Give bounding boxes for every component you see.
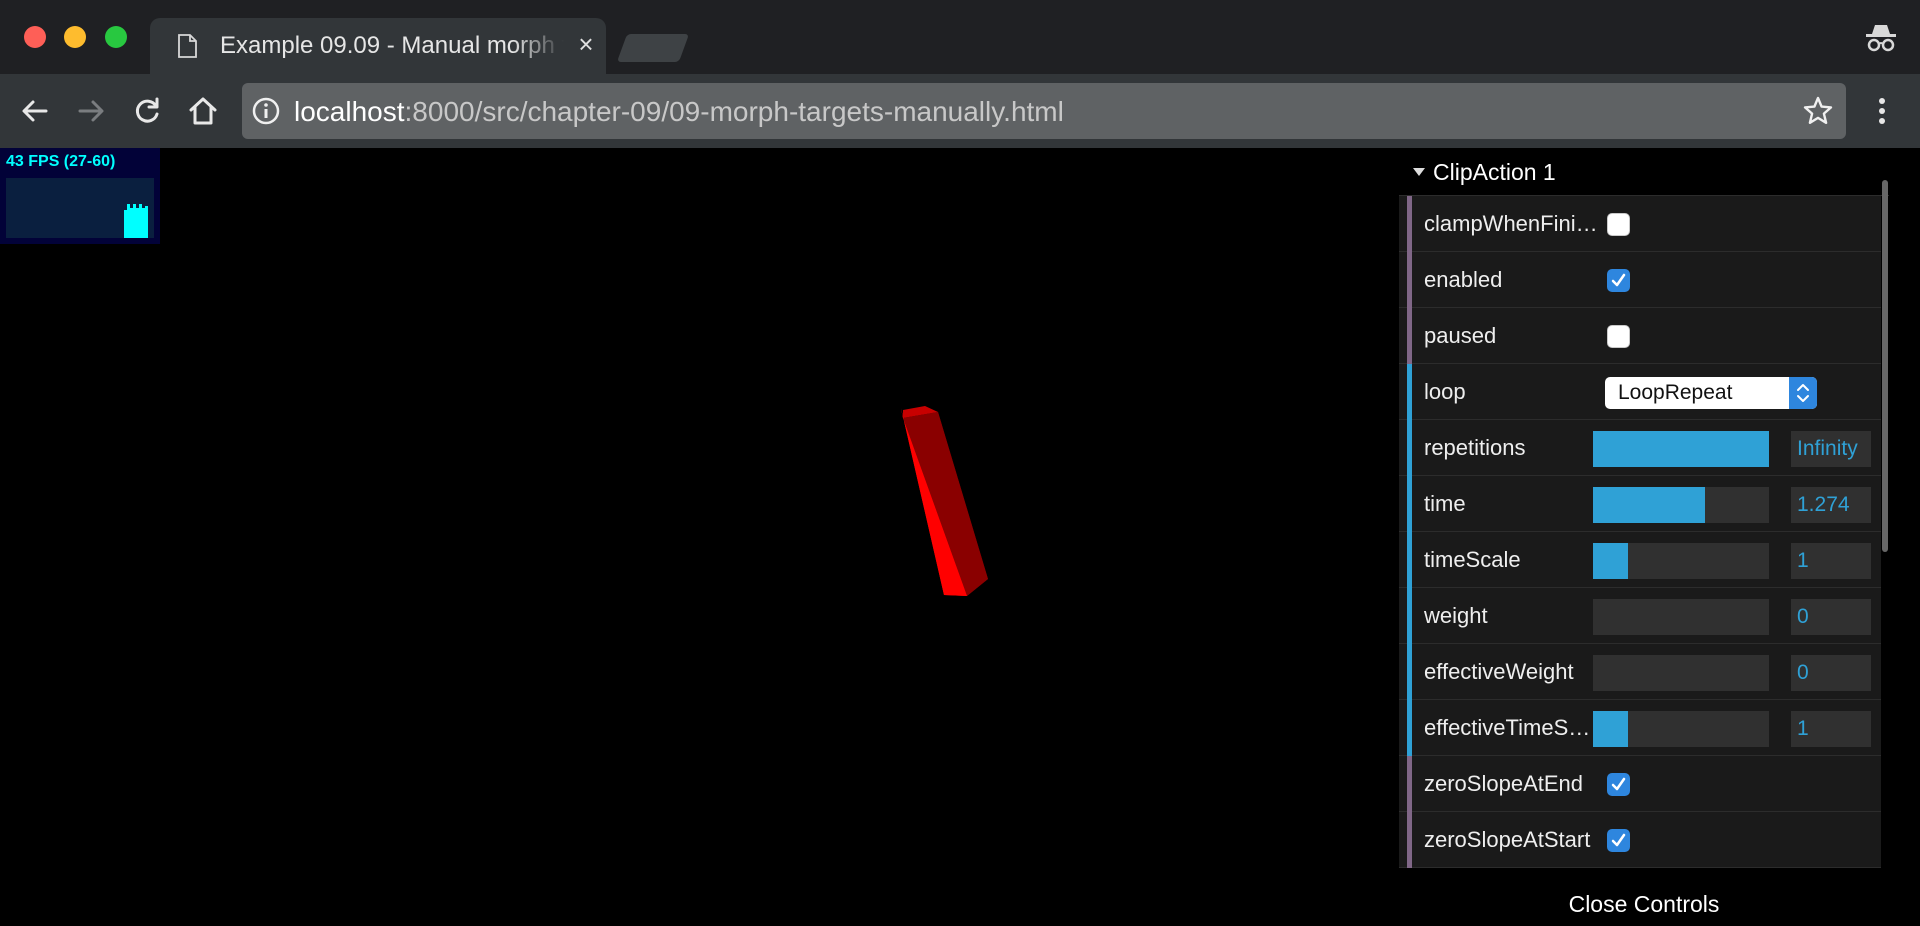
tab-title: Example 09.09 - Manual morph targets [220, 32, 564, 59]
controller-label: loop [1424, 379, 1466, 404]
timescale-slider[interactable] [1593, 543, 1769, 579]
controller-zeroslopeatstart: zeroSlopeAtStart [1399, 812, 1881, 868]
url-host: localhost [294, 96, 405, 127]
time-slider[interactable] [1593, 487, 1769, 523]
effectiveweight-input[interactable]: 0 [1791, 655, 1871, 691]
controller-effectivetimescale: effectiveTimeScale 1 [1399, 700, 1881, 756]
effectivetimescale-slider[interactable] [1593, 711, 1769, 747]
page-icon [178, 34, 197, 58]
bookmark-star-icon[interactable] [1802, 95, 1834, 127]
enabled-checkbox[interactable] [1607, 269, 1630, 292]
weight-slider[interactable] [1593, 599, 1769, 635]
site-info-icon[interactable] [252, 97, 280, 125]
tab-close-icon[interactable]: × [572, 30, 600, 58]
new-tab-button[interactable] [616, 34, 690, 62]
controller-label: zeroSlopeAtEnd [1424, 771, 1583, 796]
zeroslopeatend-checkbox[interactable] [1607, 773, 1630, 796]
controller-label: weight [1424, 603, 1488, 628]
checkmark-icon [1611, 777, 1626, 791]
controller-label: timeScale [1424, 547, 1521, 572]
url-text: localhost:8000/src/chapter-09/09-morph-t… [294, 96, 1064, 128]
select-arrows-icon [1789, 377, 1817, 409]
controller-label: repetitions [1424, 435, 1526, 460]
slider-fill [1593, 711, 1629, 747]
morph-cube [901, 406, 988, 596]
fps-label: 43 FPS (27-60) [6, 153, 116, 170]
fps-stats-panel[interactable]: 43 FPS (27-60) [0, 148, 160, 244]
dat-gui-panel: ClipAction 1 clampWhenFinished enabled p… [1399, 148, 1889, 926]
controller-enabled: enabled [1399, 252, 1881, 308]
reload-icon[interactable] [130, 94, 164, 128]
clampwhenfinished-checkbox[interactable] [1607, 213, 1630, 236]
controller-timescale: timeScale 1 [1399, 532, 1881, 588]
fps-graph-bars [124, 204, 148, 238]
gui-controller-list: clampWhenFinished enabled paused loop Lo… [1399, 196, 1889, 868]
url-path: :8000/src/chapter-09/09-morph-targets-ma… [404, 96, 1064, 127]
controller-zeroslopeatend: zeroSlopeAtEnd [1399, 756, 1881, 812]
controller-label: paused [1424, 323, 1497, 348]
controller-effectiveweight: effectiveWeight 0 [1399, 644, 1881, 700]
slider-fill [1593, 431, 1769, 467]
repetitions-input[interactable]: Infinity [1791, 431, 1871, 467]
controller-label: enabled [1424, 267, 1503, 292]
slider-fill [1593, 543, 1629, 579]
back-arrow-icon[interactable] [18, 94, 52, 128]
zeroslopeatstart-checkbox[interactable] [1607, 829, 1630, 852]
page-viewport: 43 FPS (27-60) ClipAction 1 clampWhenFin… [0, 148, 1920, 926]
loop-select[interactable]: LoopRepeat [1605, 377, 1817, 409]
controller-loop: loop LoopRepeat [1399, 364, 1881, 420]
address-bar[interactable]: localhost:8000/src/chapter-09/09-morph-t… [242, 83, 1846, 139]
time-input[interactable]: 1.274 [1791, 487, 1871, 523]
slider-fill [1593, 487, 1706, 523]
checkmark-icon [1611, 273, 1626, 287]
minimize-window-button[interactable] [64, 26, 86, 48]
browser-tab[interactable]: Example 09.09 - Manual morph targets × [150, 18, 606, 74]
controller-label: time [1424, 491, 1466, 516]
controller-repetitions: repetitions Infinity [1399, 420, 1881, 476]
webgl-canvas[interactable] [0, 148, 1400, 926]
effectiveweight-slider[interactable] [1593, 655, 1769, 691]
browser-toolbar: localhost:8000/src/chapter-09/09-morph-t… [0, 74, 1920, 148]
maximize-window-button[interactable] [105, 26, 127, 48]
gui-folder-header[interactable]: ClipAction 1 [1399, 148, 1889, 196]
checkmark-icon [1611, 833, 1626, 847]
loop-select-value: LoopRepeat [1618, 381, 1733, 404]
controller-paused: paused [1399, 308, 1881, 364]
controller-label: effectiveTimeScale [1424, 715, 1600, 740]
forward-arrow-icon[interactable] [74, 94, 108, 128]
repetitions-slider[interactable] [1593, 431, 1769, 467]
controller-time: time 1.274 [1399, 476, 1881, 532]
kebab-menu-icon[interactable] [1870, 94, 1894, 128]
controller-weight: weight 0 [1399, 588, 1881, 644]
paused-checkbox[interactable] [1607, 325, 1630, 348]
browser-titlebar: Example 09.09 - Manual morph targets × [0, 0, 1920, 74]
close-controls-button[interactable]: Close Controls [1399, 888, 1889, 926]
weight-input[interactable]: 0 [1791, 599, 1871, 635]
home-icon[interactable] [186, 94, 220, 128]
controller-label: clampWhenFinished [1424, 211, 1600, 236]
close-window-button[interactable] [24, 26, 46, 48]
gui-scrollbar[interactable] [1882, 180, 1888, 552]
incognito-icon [1866, 25, 1896, 52]
fps-graph [6, 178, 154, 238]
controller-label: effectiveWeight [1424, 659, 1574, 684]
controller-clampwhenfinished: clampWhenFinished [1399, 196, 1881, 252]
gui-folder-title: ClipAction 1 [1433, 159, 1556, 185]
folder-expand-arrow-icon [1413, 168, 1425, 176]
effectivetimescale-input[interactable]: 1 [1791, 711, 1871, 747]
controller-label: zeroSlopeAtStart [1424, 827, 1591, 852]
timescale-input[interactable]: 1 [1791, 543, 1871, 579]
